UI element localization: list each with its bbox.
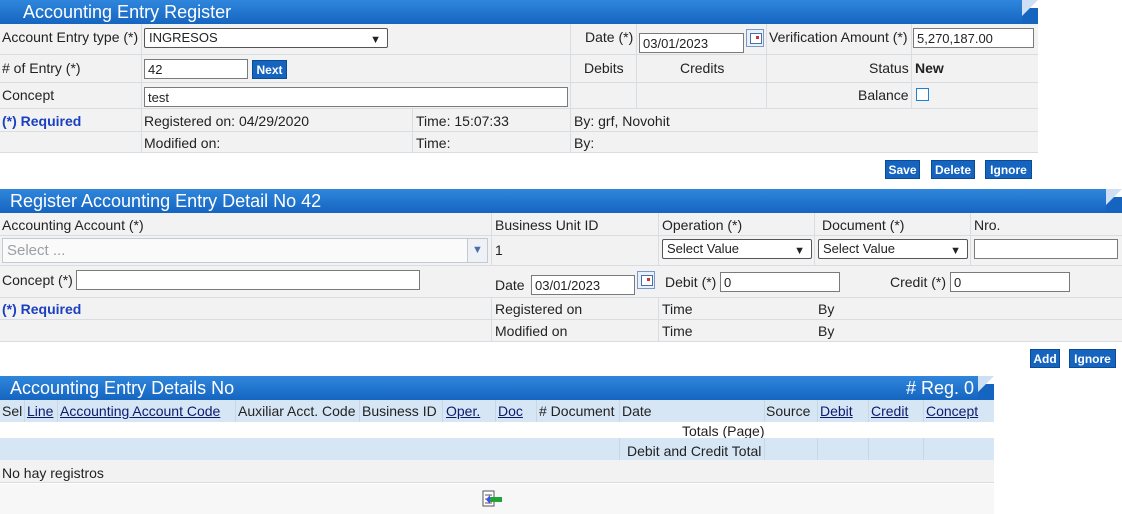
totals-row: [0, 438, 994, 460]
date-label: Date (*): [585, 29, 634, 45]
business-unit-value: 1: [495, 242, 503, 258]
credit-field[interactable]: [950, 272, 1070, 292]
col-doc[interactable]: Doc: [498, 402, 523, 420]
detail-date-field[interactable]: [531, 275, 635, 295]
detail-modified-on: Modified on: [495, 323, 568, 339]
nro-field[interactable]: [974, 239, 1118, 259]
add-button[interactable]: Add: [1030, 349, 1060, 368]
col-credit[interactable]: Credit: [871, 402, 908, 420]
nro-label: Nro.: [974, 217, 1001, 233]
business-unit-label: Business Unit ID: [495, 217, 599, 233]
col-account-code[interactable]: Accounting Account Code: [60, 402, 220, 420]
chevron-down-icon: ▼: [467, 239, 487, 262]
col-debit[interactable]: Debit: [820, 402, 853, 420]
document-select[interactable]: Select Value ▼: [818, 239, 968, 259]
entry-type-value: INGRESOS: [149, 30, 218, 45]
ignore-button[interactable]: Ignore: [985, 160, 1032, 179]
detail-required-note: (*) Required: [2, 301, 82, 317]
register-form: Account Entry type (*) INGRESOS ▼ Date (…: [0, 24, 1038, 184]
detail-button-bar: [0, 342, 1122, 373]
detail-ignore-button[interactable]: Ignore: [1069, 349, 1116, 368]
debits-label: Debits: [584, 60, 624, 76]
required-note: (*) Required: [2, 113, 82, 129]
concept-label: Concept: [2, 87, 55, 103]
detail-concept-field[interactable]: [76, 270, 420, 290]
detail-title: Register Accounting Entry Detail No 42: [10, 191, 322, 211]
register-fold-shade: [1022, 0, 1038, 16]
col-document-number: # Document: [539, 403, 615, 419]
modified-on: Modified on:: [144, 135, 221, 151]
entry-type-select[interactable]: INGRESOS ▼: [144, 28, 388, 48]
chevron-down-icon: ▼: [370, 34, 381, 46]
credits-label: Credits: [680, 60, 725, 76]
document-label: Document (*): [822, 217, 905, 233]
list-title: Accounting Entry Details No: [10, 378, 235, 398]
modified-time: Time:: [416, 135, 451, 151]
col-line[interactable]: Line: [27, 402, 53, 420]
verification-amount-field[interactable]: [913, 28, 1034, 48]
balance-label: Balance: [858, 87, 909, 103]
detail-date-label: Date: [495, 277, 525, 293]
detail-fold-shade: [1106, 189, 1122, 205]
status-label: Status: [869, 60, 909, 76]
col-date: Date: [622, 403, 652, 419]
registered-on: Registered on: 04/29/2020: [144, 113, 310, 129]
col-source: Source: [766, 403, 811, 419]
account-label: Accounting Account (*): [2, 217, 144, 233]
debit-credit-total-label: Debit and Credit Total: [627, 443, 762, 459]
detail-form: Accounting Account (*) Business Unit ID …: [0, 213, 1122, 373]
detail-concept-label: Concept (*): [2, 272, 73, 288]
account-select[interactable]: Select ... ▼: [2, 238, 488, 263]
operation-value: Select Value: [667, 241, 740, 256]
col-oper[interactable]: Oper.: [446, 402, 480, 420]
document-value: Select Value: [823, 241, 896, 256]
delete-button[interactable]: Delete: [931, 160, 975, 179]
calendar-icon[interactable]: [637, 271, 655, 289]
chevron-down-icon: ▼: [950, 245, 961, 257]
entry-type-label: Account Entry type (*): [2, 29, 139, 45]
register-titlebar: Accounting Entry Register: [0, 0, 1022, 24]
status-value: New: [915, 60, 944, 76]
entry-number-label: # of Entry (*): [2, 60, 81, 76]
detail-modified-time: Time: [662, 323, 693, 339]
save-button[interactable]: Save: [885, 160, 920, 179]
detail-titlebar: Register Accounting Entry Detail No 42: [0, 189, 1106, 213]
registered-by: By: grf, Novohit: [574, 113, 670, 129]
date-field[interactable]: [639, 33, 744, 53]
detail-registered-time: Time: [662, 301, 693, 317]
registered-time: Time: 15:07:33: [416, 113, 509, 129]
concept-field[interactable]: [144, 87, 568, 107]
list-titlebar: Accounting Entry Details No # Reg. 0: [0, 376, 978, 400]
account-placeholder: Select ...: [7, 242, 66, 259]
modified-by: By:: [574, 135, 595, 151]
register-title: Accounting Entry Register: [23, 2, 232, 22]
operation-label: Operation (*): [662, 217, 743, 233]
col-business-id: Business ID: [362, 403, 437, 419]
debit-field[interactable]: [720, 272, 840, 292]
col-auxiliar-code: Auxiliar Acct. Code: [238, 403, 356, 419]
chevron-down-icon: ▼: [794, 245, 805, 257]
calendar-icon[interactable]: [746, 29, 764, 47]
detail-modified-by: By: [818, 323, 835, 339]
entry-number-field[interactable]: [144, 59, 248, 79]
detail-registered-by: By: [818, 301, 835, 317]
verification-amount-label: Verification Amount (*): [769, 29, 908, 45]
credit-label: Credit (*): [890, 274, 947, 290]
balance-checkbox[interactable]: [916, 88, 929, 101]
reg-count: # Reg. 0: [905, 378, 974, 398]
col-sel: Sel: [2, 403, 23, 419]
detail-registered-on: Registered on: [495, 301, 583, 317]
list-fold-shade: [978, 376, 994, 392]
empty-message: No hay registros: [2, 465, 104, 481]
col-concept[interactable]: Concept: [926, 402, 978, 420]
register-button-bar: [0, 153, 1038, 184]
empty-row: [0, 460, 994, 483]
next-button[interactable]: Next: [252, 60, 287, 79]
details-table: Sel Line Accounting Account Code Auxilia…: [0, 400, 994, 514]
export-icon[interactable]: [481, 490, 503, 508]
operation-select[interactable]: Select Value ▼: [662, 239, 812, 259]
debit-label: Debit (*): [665, 274, 717, 290]
